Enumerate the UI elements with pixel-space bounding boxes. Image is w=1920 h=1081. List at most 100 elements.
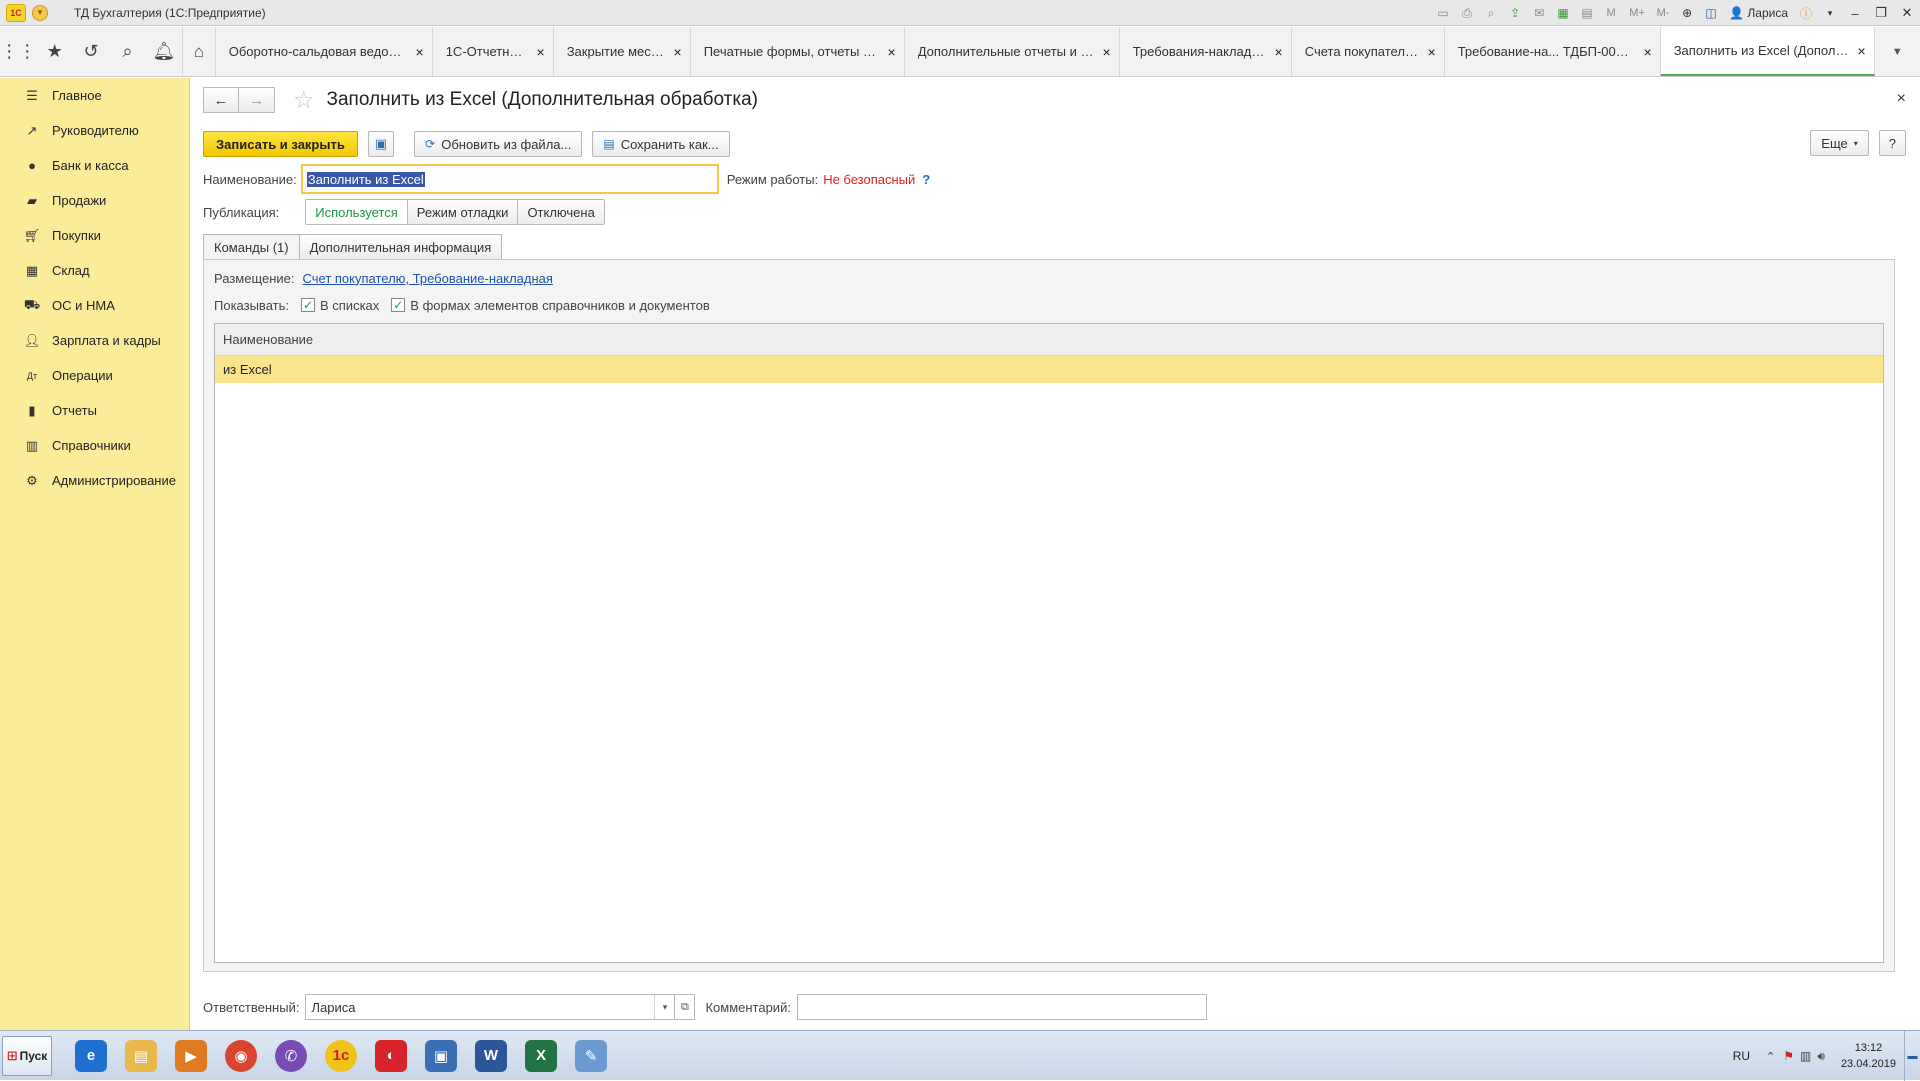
- more-menu-button[interactable]: Еще ▾: [1810, 130, 1869, 156]
- responsible-field[interactable]: Лариса ▾: [305, 994, 676, 1020]
- tab-1c-reporting[interactable]: 1С-Отчетность ×: [433, 27, 554, 76]
- show-hidden-icons-icon[interactable]: ⌃: [1766, 1050, 1775, 1063]
- close-form-icon[interactable]: ×: [1897, 90, 1906, 108]
- save-as-button[interactable]: ▤ Сохранить как...: [592, 131, 730, 157]
- sidebar-item-main[interactable]: ☰ Главное: [0, 78, 189, 113]
- taskbar-app-excel[interactable]: X: [518, 1034, 564, 1078]
- notifications-bell-icon[interactable]: 🔔︎: [146, 27, 182, 76]
- sidebar-item-purchases[interactable]: 🛒︎ Покупки: [0, 218, 189, 253]
- action-center-flag-icon[interactable]: ⚑: [1783, 1049, 1794, 1063]
- system-clock[interactable]: 13:12 23.04.2019: [1841, 1040, 1896, 1072]
- chevron-down-icon[interactable]: ▾: [1821, 4, 1839, 22]
- show-in-forms-checkbox[interactable]: ✓: [391, 298, 406, 312]
- publication-option-disabled[interactable]: Отключена: [518, 200, 604, 224]
- publication-option-used[interactable]: Используется: [306, 200, 408, 224]
- save-button[interactable]: ▣: [367, 131, 395, 157]
- memory-mminus-icon[interactable]: M-: [1654, 4, 1672, 22]
- current-user[interactable]: 👤 Лариса: [1729, 6, 1788, 20]
- language-indicator[interactable]: RU: [1733, 1049, 1750, 1063]
- tab-additional-reports[interactable]: Дополнительные отчеты и о... ×: [905, 27, 1120, 76]
- sidebar-item-fixed-assets[interactable]: ⛟ ОС и НМА: [0, 288, 189, 323]
- history-icon[interactable]: ↺: [73, 27, 109, 76]
- taskbar-app-1c[interactable]: 1с: [318, 1034, 364, 1078]
- print-icon[interactable]: ⎙: [1458, 4, 1476, 22]
- tab-fill-from-excel[interactable]: Заполнить из Excel (Дополн... ×: [1660, 27, 1875, 76]
- open-link-icon[interactable]: ⧉: [675, 994, 696, 1020]
- save-icon[interactable]: ▭: [1434, 4, 1452, 22]
- tab-requisition-tdbp[interactable]: Требование-на... ТДБП-000004 ×: [1445, 27, 1661, 76]
- sidebar-item-bank-cash[interactable]: ● Банк и касса: [0, 148, 189, 183]
- tab-customer-invoices[interactable]: Счета покупателям ×: [1292, 27, 1445, 76]
- taskbar-app-explorer[interactable]: ▤: [118, 1034, 164, 1078]
- taskbar-app-ie[interactable]: e: [68, 1034, 114, 1078]
- apps-grid-icon[interactable]: ⋮⋮: [0, 27, 36, 76]
- start-button[interactable]: ⊞ Пуск: [2, 1035, 52, 1076]
- close-icon[interactable]: ×: [1103, 44, 1111, 60]
- close-icon[interactable]: ×: [416, 44, 424, 60]
- close-icon[interactable]: ×: [1858, 43, 1866, 59]
- taskbar-app-media[interactable]: ▶: [168, 1034, 214, 1078]
- publication-option-debug[interactable]: Режим отладки: [407, 200, 519, 224]
- tab-requisitions[interactable]: Требования-накладные ×: [1120, 27, 1292, 76]
- network-icon[interactable]: ▥: [1800, 1049, 1811, 1063]
- sidebar-item-administration[interactable]: ⚙ Администрирование: [0, 463, 189, 498]
- comment-field[interactable]: [796, 994, 1207, 1020]
- close-icon[interactable]: ×: [1275, 44, 1283, 60]
- favorites-star-icon[interactable]: ★: [36, 27, 72, 76]
- table-row[interactable]: из Excel: [215, 356, 1883, 383]
- main-menu-dropdown-icon[interactable]: ▾: [32, 4, 48, 21]
- save-and-close-button[interactable]: Записать и закрыть: [203, 131, 358, 157]
- tab-print-forms[interactable]: Печатные формы, отчеты и ... ×: [691, 27, 905, 76]
- taskbar-app-viber[interactable]: ✆: [268, 1034, 314, 1078]
- tabs-list-chevron-icon[interactable]: ▼: [1875, 27, 1920, 76]
- help-button[interactable]: ?: [1878, 130, 1906, 156]
- back-button[interactable]: ←: [203, 87, 239, 113]
- name-input[interactable]: Заполнить из Excel: [300, 164, 719, 194]
- close-icon[interactable]: ×: [1428, 44, 1436, 60]
- onec-logo-icon[interactable]: 1С: [6, 3, 26, 22]
- placement-link[interactable]: Счет покупателю, Требование-накладная: [303, 271, 553, 286]
- add-favorite-star-icon[interactable]: ☆: [293, 86, 315, 115]
- restore-button[interactable]: ❐: [1870, 4, 1892, 22]
- sidebar-item-payroll[interactable]: 👤︎ Зарплата и кадры: [0, 323, 189, 358]
- taskbar-app-chrome[interactable]: ◉: [218, 1034, 264, 1078]
- calendar-icon[interactable]: ▤: [1578, 4, 1596, 22]
- search-icon[interactable]: ⌕: [109, 27, 145, 76]
- home-icon[interactable]: ⌂: [182, 27, 216, 76]
- memory-m-icon[interactable]: M: [1602, 4, 1620, 22]
- column-header-name[interactable]: Наименование: [215, 324, 1883, 356]
- sidebar-item-operations[interactable]: Дт Операции: [0, 358, 189, 393]
- upload-icon[interactable]: ⇪: [1506, 4, 1524, 22]
- close-icon[interactable]: ×: [1644, 44, 1652, 60]
- zoom-icon[interactable]: ⊕: [1678, 4, 1696, 22]
- show-desktop-button[interactable]: ▬: [1904, 1031, 1920, 1081]
- taskbar-app-anydesk[interactable]: ◐: [368, 1034, 414, 1078]
- panels-icon[interactable]: ◫: [1702, 4, 1720, 22]
- calculator-icon[interactable]: ▦: [1554, 4, 1572, 22]
- sidebar-item-sales[interactable]: ▰ Продажи: [0, 183, 189, 218]
- sidebar-item-manager[interactable]: ↗ Руководителю: [0, 113, 189, 148]
- sidebar-item-catalogs[interactable]: ▥ Справочники: [0, 428, 189, 463]
- close-window-button[interactable]: ✕: [1896, 4, 1918, 22]
- update-from-file-button[interactable]: ⟳ Обновить из файла...: [414, 131, 583, 157]
- taskbar-app-remote[interactable]: ▣: [418, 1034, 464, 1078]
- memory-mplus-icon[interactable]: M+: [1626, 4, 1648, 22]
- minimize-button[interactable]: –: [1844, 4, 1866, 22]
- sidebar-item-warehouse[interactable]: ▦ Склад: [0, 253, 189, 288]
- close-icon[interactable]: ×: [888, 44, 896, 60]
- tab-month-closing[interactable]: Закрытие месяца ×: [554, 27, 691, 76]
- show-in-lists-checkbox[interactable]: ✓: [300, 298, 315, 312]
- volume-icon[interactable]: 🔊︎: [1817, 1049, 1825, 1064]
- chevron-down-icon[interactable]: ▾: [654, 995, 674, 1019]
- mode-help-link[interactable]: ?: [922, 172, 930, 187]
- tab-turnover-balance[interactable]: Оборотно-сальдовая ведом... ×: [216, 27, 433, 76]
- forward-button[interactable]: →: [239, 87, 275, 113]
- mail-icon[interactable]: ✉: [1530, 4, 1548, 22]
- taskbar-app-word[interactable]: W: [468, 1034, 514, 1078]
- preview-icon[interactable]: ⌕: [1482, 4, 1500, 22]
- close-icon[interactable]: ×: [537, 44, 545, 60]
- sidebar-item-reports[interactable]: ▮ Отчеты: [0, 393, 189, 428]
- close-icon[interactable]: ×: [674, 44, 682, 60]
- taskbar-app-paint[interactable]: ✎: [568, 1034, 614, 1078]
- tab-additional-info[interactable]: Дополнительная информация: [299, 234, 503, 260]
